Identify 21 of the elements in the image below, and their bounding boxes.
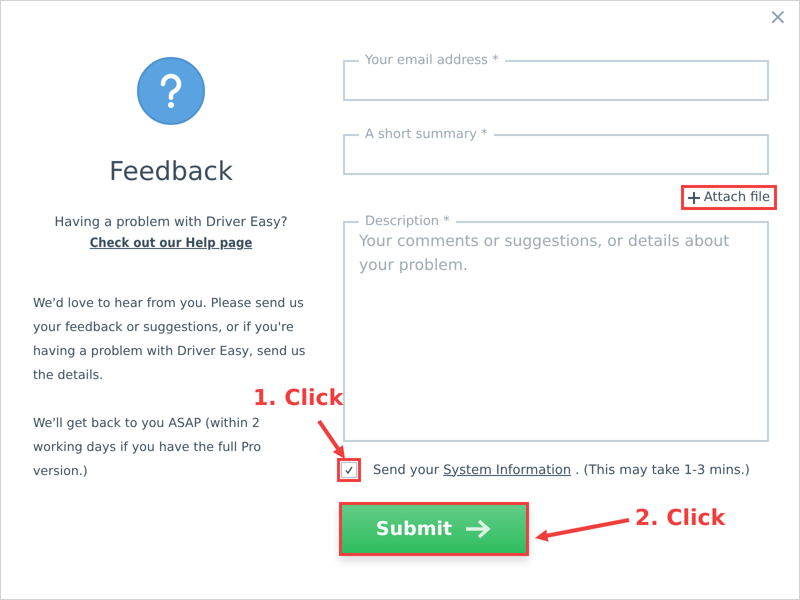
description-input[interactable]: Your comments or suggestions, or details about your problem. [359, 229, 753, 419]
help-icon [137, 57, 205, 125]
plus-icon [688, 192, 700, 204]
attach-file-button[interactable]: Attach file [680, 185, 777, 210]
system-information-link[interactable]: System Information [443, 462, 572, 478]
close-button[interactable]: × [764, 5, 791, 30]
checkbox[interactable] [341, 462, 357, 478]
help-link[interactable]: Check out our Help page [90, 236, 252, 251]
info-paragraph: We'd love to hear from you. Please send us your feedback or suggestions, or if you're having a problem with Driver Easy, send us the details. [33, 294, 306, 384]
system-info-text: Send your System Information . (This may take 1-3 mins.) [373, 462, 750, 478]
annotation-label: 2. Click [635, 506, 726, 531]
checkmark-icon [344, 465, 354, 475]
question-text: Having a problem with Driver Easy? [54, 215, 288, 230]
text-field[interactable]: A short summary * [343, 127, 769, 175]
info-paragraph: We'll get back to you ASAP (within 2 working days if you have the full Pro version.) [33, 414, 262, 480]
submit-button[interactable]: Submit [339, 502, 529, 556]
description-field[interactable]: Description * Your comments or suggestions, or details about your problem. [343, 214, 769, 442]
text-field[interactable]: Your email address * [343, 53, 769, 101]
arrow-right-icon [464, 519, 492, 539]
dialog-title: Feedback [109, 157, 233, 187]
annotation-label: 1. Click [253, 386, 344, 411]
